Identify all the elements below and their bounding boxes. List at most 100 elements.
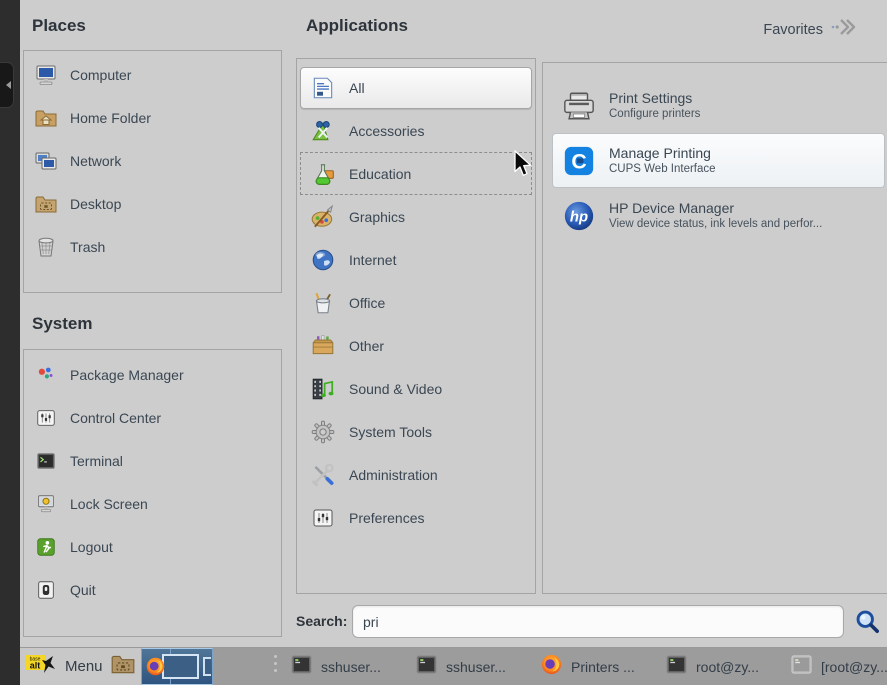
system-label: Logout (70, 539, 113, 555)
administration-icon (309, 461, 337, 489)
category-label: Education (349, 166, 411, 182)
drag-handle-icon[interactable] (274, 655, 277, 672)
taskbar-window-label: root@zy... (696, 659, 759, 675)
app-item-hp-device-manager[interactable]: hp HP Device Manager View device status,… (553, 189, 884, 242)
home-folder-icon (34, 106, 58, 130)
taskbar-window-sshuser-1[interactable]: sshuser... (288, 648, 406, 685)
app-title: HP Device Manager (609, 200, 822, 217)
category-label: Internet (349, 252, 396, 268)
place-item-network[interactable]: Network (24, 139, 281, 182)
category-all[interactable]: All (300, 67, 532, 109)
place-item-desktop[interactable]: Desktop (24, 182, 281, 225)
category-system-tools[interactable]: System Tools (300, 410, 532, 453)
category-administration[interactable]: Administration (300, 453, 532, 496)
all-categories-icon (309, 74, 337, 102)
category-office[interactable]: Office (300, 281, 532, 324)
category-label: Accessories (349, 123, 424, 139)
window-list: sshuser... sshuser... Printers ... root@… (288, 648, 887, 685)
package-manager-icon (34, 363, 58, 387)
sound-video-icon (309, 375, 337, 403)
quit-icon (34, 578, 58, 602)
system-item-control-center[interactable]: Control Center (24, 396, 281, 439)
hp-logo-icon: hp (561, 198, 597, 234)
search-input[interactable] (352, 605, 844, 638)
search-label: Search: (296, 613, 347, 629)
category-education[interactable]: Education (300, 152, 532, 195)
computer-icon (34, 63, 58, 87)
firefox-icon (540, 653, 563, 681)
favorites-label: Favorites (763, 22, 823, 38)
network-icon (34, 149, 58, 173)
terminal-icon (34, 449, 58, 473)
taskbar-window-label: sshuser... (446, 659, 506, 675)
system-label: Lock Screen (70, 496, 148, 512)
system-item-package-manager[interactable]: Package Manager (24, 353, 281, 396)
cups-icon: C (561, 143, 597, 179)
terminal-window-icon (415, 653, 438, 681)
category-accessories[interactable]: Accessories (300, 109, 532, 152)
terminal-window-icon (665, 653, 688, 681)
menu-button[interactable]: basealt Menu (25, 651, 103, 682)
taskbar-window-label: sshuser... (321, 659, 381, 675)
distro-logo-icon: basealt (25, 651, 59, 682)
category-graphics[interactable]: Graphics (300, 195, 532, 238)
taskbar-window-sshuser-2[interactable]: sshuser... (413, 648, 531, 685)
category-label: Other (349, 338, 384, 354)
office-icon (309, 289, 337, 317)
app-item-print-settings[interactable]: Print Settings Configure printers (553, 79, 884, 132)
taskbar-window-label: Printers ... (571, 659, 635, 675)
panel-drawer-button[interactable] (0, 62, 14, 108)
system-header: System (32, 314, 92, 334)
education-icon (309, 160, 337, 188)
graphics-icon (309, 203, 337, 231)
places-header: Places (32, 16, 86, 36)
system-item-quit[interactable]: Quit (24, 568, 281, 611)
desktop-folder-icon (34, 192, 58, 216)
category-sound-video[interactable]: Sound & Video (300, 367, 532, 410)
preferences-icon (309, 504, 337, 532)
app-description: Configure printers (609, 107, 700, 121)
system-label: Package Manager (70, 367, 184, 383)
category-other[interactable]: Other (300, 324, 532, 367)
place-label: Trash (70, 239, 105, 255)
system-item-terminal[interactable]: Terminal (24, 439, 281, 482)
lock-screen-icon (34, 492, 58, 516)
place-label: Computer (70, 67, 131, 83)
show-desktop-button[interactable] (109, 651, 137, 682)
place-item-trash[interactable]: Trash (24, 225, 281, 268)
category-label: System Tools (349, 424, 432, 440)
category-label: Office (349, 295, 385, 311)
system-label: Control Center (70, 410, 161, 426)
system-label: Terminal (70, 453, 123, 469)
taskbar-window-root-2[interactable]: [root@zy... (788, 648, 887, 685)
system-item-logout[interactable]: Logout (24, 525, 281, 568)
app-description: CUPS Web Interface (609, 162, 716, 176)
terminal-window-icon (290, 653, 313, 681)
taskbar: basealt Menu sshuser... (0, 648, 887, 685)
place-label: Network (70, 153, 121, 169)
printer-icon (561, 88, 597, 124)
favorites-button[interactable]: Favorites (763, 15, 858, 44)
distro-logo-main-text: alt (30, 661, 41, 671)
system-tools-icon (309, 418, 337, 446)
app-description: View device status, ink levels and perfo… (609, 217, 822, 231)
category-label: Sound & Video (349, 381, 442, 397)
menu-button-label: Menu (65, 658, 103, 675)
category-label: Preferences (349, 510, 424, 526)
application-results-list: Print Settings Configure printers C Mana… (542, 62, 887, 594)
internet-icon (309, 246, 337, 274)
category-internet[interactable]: Internet (300, 238, 532, 281)
system-item-lock-screen[interactable]: Lock Screen (24, 482, 281, 525)
taskbar-window-root[interactable]: root@zy... (663, 648, 781, 685)
taskbar-window-printers[interactable]: Printers ... (538, 648, 656, 685)
place-item-home[interactable]: Home Folder (24, 96, 281, 139)
place-item-computer[interactable]: Computer (24, 53, 281, 96)
workspace-switcher[interactable] (141, 648, 213, 685)
control-center-icon (34, 406, 58, 430)
category-label: Graphics (349, 209, 405, 225)
search-icon[interactable] (853, 607, 881, 635)
place-label: Desktop (70, 196, 121, 212)
category-preferences[interactable]: Preferences (300, 496, 532, 539)
workspace-window-outline-2 (203, 657, 211, 676)
app-item-manage-printing[interactable]: C Manage Printing CUPS Web Interface (553, 134, 884, 187)
